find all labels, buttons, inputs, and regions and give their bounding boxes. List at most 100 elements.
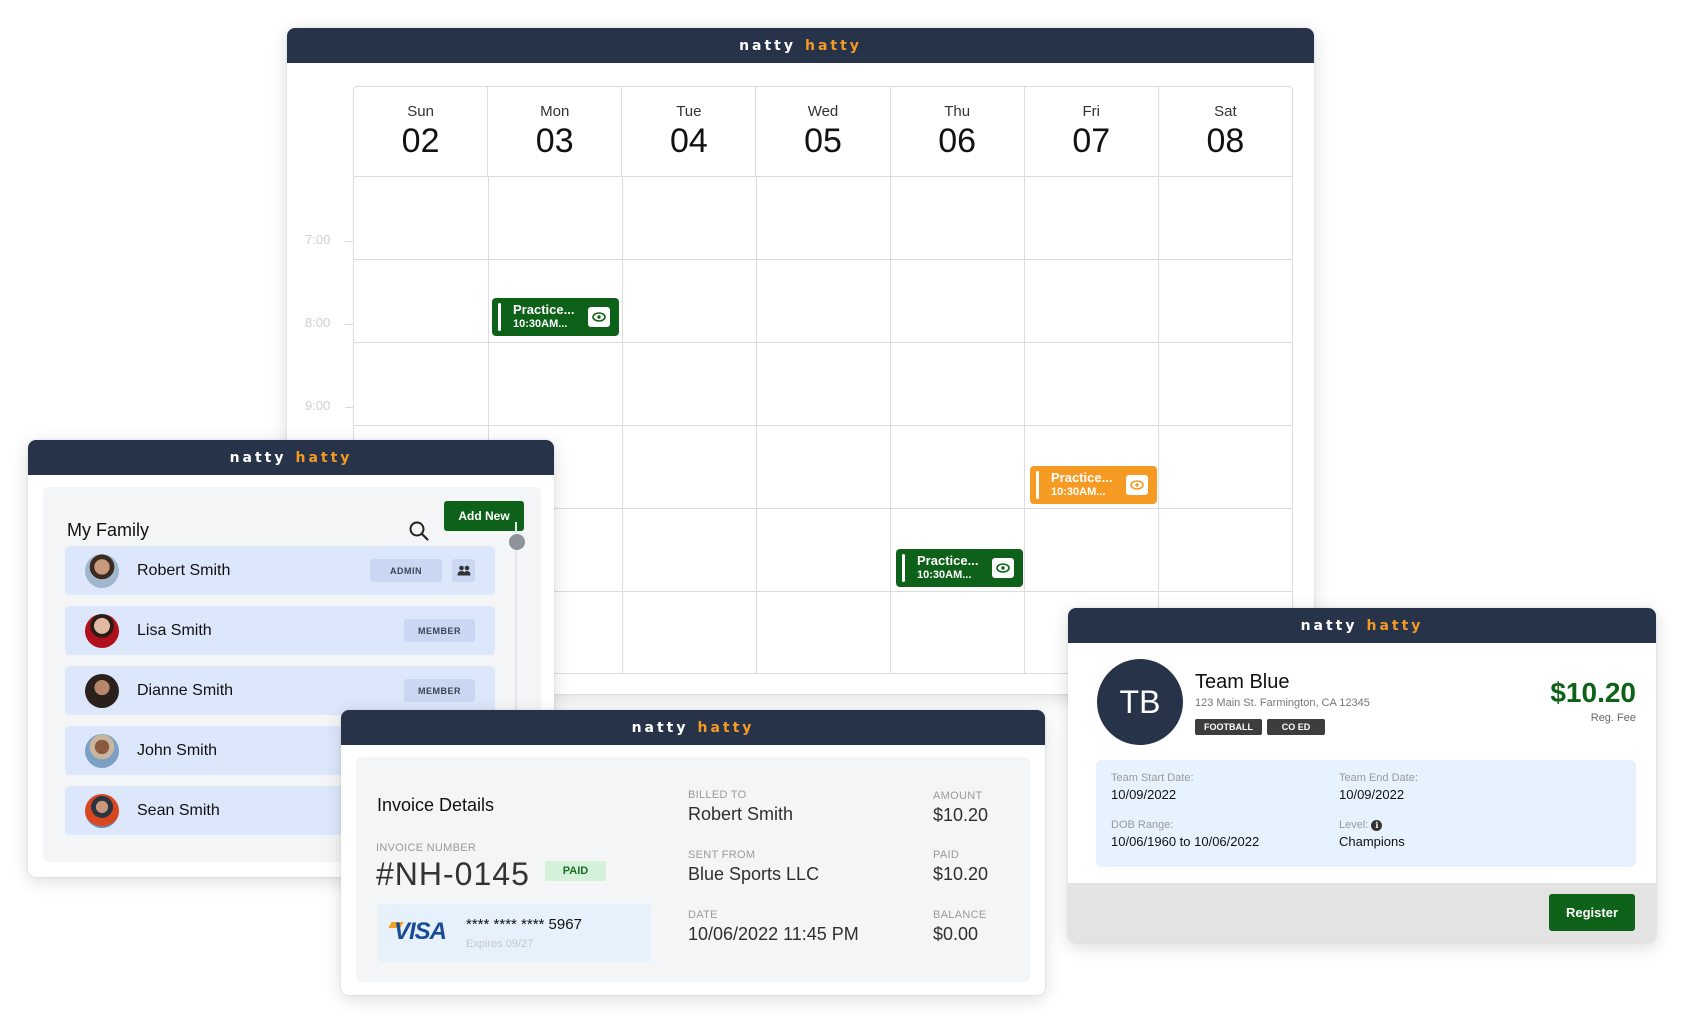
day-header-thu[interactable]: Thu 06 xyxy=(891,87,1025,176)
day-of-week: Fri xyxy=(1082,103,1101,120)
billed-to-value: Robert Smith xyxy=(688,804,794,824)
event-accent-bar xyxy=(498,303,501,331)
level-label-wrap: Level: i xyxy=(1339,819,1383,831)
paid-value: $10.20 xyxy=(933,864,989,884)
day-of-week: Mon xyxy=(540,103,570,120)
day-header-tue[interactable]: Tue 04 xyxy=(622,87,757,176)
brand-logo-part1: natty xyxy=(229,449,287,466)
brand-logo-part1: natty xyxy=(1300,617,1358,634)
day-number: 06 xyxy=(938,122,977,160)
day-header-sat[interactable]: Sat 08 xyxy=(1159,87,1292,176)
invoice-title: Invoice Details xyxy=(377,795,495,815)
brand-logo-part1: natty xyxy=(739,37,796,54)
amount-value: $10.20 xyxy=(933,805,989,825)
end-date-value: 10/09/2022 xyxy=(1339,787,1405,802)
event-time: 10:30AM... xyxy=(1051,486,1106,498)
registration-price: $10.20 xyxy=(1550,677,1636,708)
balance-label: BALANCE xyxy=(933,909,987,921)
team-name: Team Blue xyxy=(1195,671,1290,693)
calendar-event[interactable]: Practice... 10:30AM... xyxy=(492,298,619,336)
avatar xyxy=(85,673,119,708)
end-date-label: Team End Date: xyxy=(1339,772,1418,784)
day-number: 07 xyxy=(1072,122,1111,160)
invoice-number: #NH-0145 xyxy=(376,856,530,892)
app-header: natty hatty xyxy=(287,28,1314,63)
dob-range-label: DOB Range: xyxy=(1111,819,1174,831)
search-icon[interactable] xyxy=(408,520,430,542)
brand-logo-part2: hatty xyxy=(1366,617,1424,634)
sent-from-label: SENT FROM xyxy=(688,849,756,861)
register-button[interactable]: Register xyxy=(1549,894,1635,931)
date-value: 10/06/2022 11:45 PM xyxy=(688,924,859,944)
level-value: Champions xyxy=(1339,834,1405,849)
family-member-row[interactable]: Dianne Smith MEMBER xyxy=(65,666,495,715)
billed-to-label: BILLED TO xyxy=(688,789,747,801)
registration-price-label: Reg. Fee xyxy=(1590,712,1636,724)
event-time: 10:30AM... xyxy=(513,318,568,330)
amount-label: AMOUNT xyxy=(933,790,983,802)
week-header: Sun 02 Mon 03 Tue 04 Wed 05 Thu 06 Fri 07 Sat 0… xyxy=(354,87,1292,177)
app-header: natty hatty xyxy=(341,710,1045,745)
event-title: Practice... xyxy=(1051,470,1113,485)
family-member-row[interactable]: Robert Smith ADMIN xyxy=(65,546,495,595)
hour-line xyxy=(354,259,1292,260)
payment-card: VISA **** **** **** 5967 Expires 09/27 xyxy=(378,904,651,962)
brand-logo-part2: hatty xyxy=(805,37,862,54)
member-name: Lisa Smith xyxy=(137,621,212,639)
member-name: Dianne Smith xyxy=(137,681,234,699)
sent-from-value: Blue Sports LLC xyxy=(688,864,820,884)
eye-icon[interactable] xyxy=(1126,475,1148,495)
eye-icon[interactable] xyxy=(588,307,610,327)
role-badge: MEMBER xyxy=(404,679,475,702)
team-tags: FOOTBALL CO ED xyxy=(1195,719,1325,735)
day-of-week: Tue xyxy=(676,103,702,120)
event-title: Practice... xyxy=(917,553,979,568)
eye-icon[interactable] xyxy=(992,558,1014,578)
invoice-panel: Invoice Details INVOICE NUMBER #NH-0145 … xyxy=(356,757,1030,982)
visa-logo: VISA xyxy=(394,918,447,945)
time-label: 8:00 xyxy=(305,315,331,330)
invoice-number-label: INVOICE NUMBER xyxy=(376,842,477,854)
day-number: 08 xyxy=(1206,122,1245,160)
time-label: 9:00 xyxy=(305,398,331,413)
brand-logo-part1: natty xyxy=(631,719,689,736)
family-title: My Family xyxy=(67,520,149,540)
member-name: Robert Smith xyxy=(137,561,231,579)
team-avatar: TB xyxy=(1097,659,1183,745)
day-header-fri[interactable]: Fri 07 xyxy=(1025,87,1159,176)
app-header: natty hatty xyxy=(28,440,554,475)
group-icon[interactable] xyxy=(452,559,475,582)
team-info-box: Team Start Date: 10/09/2022 Team End Dat… xyxy=(1096,760,1636,867)
start-date-value: 10/09/2022 xyxy=(1111,787,1177,802)
day-of-week: Wed xyxy=(807,103,839,120)
avatar xyxy=(85,613,119,648)
time-label: 7:00 xyxy=(305,232,331,247)
day-of-week: Sun xyxy=(407,103,434,120)
level-label: Level: xyxy=(1339,819,1369,831)
day-of-week: Thu xyxy=(944,103,971,120)
calendar-event[interactable]: Practice... 10:30AM... xyxy=(896,549,1023,587)
family-member-row[interactable]: Lisa Smith MEMBER xyxy=(65,606,495,655)
hour-line xyxy=(354,425,1292,426)
dob-range-value: 10/06/1960 to 10/06/2022 xyxy=(1111,834,1260,849)
event-time: 10:30AM... xyxy=(917,569,972,581)
info-icon[interactable]: i xyxy=(1371,819,1383,831)
date-label: DATE xyxy=(688,909,718,921)
day-header-sun[interactable]: Sun 02 xyxy=(354,87,489,176)
day-header-wed[interactable]: Wed 05 xyxy=(756,87,891,176)
tag-badge: FOOTBALL xyxy=(1195,719,1262,735)
avatar xyxy=(85,793,119,828)
card-number: **** **** **** 5967 xyxy=(466,916,582,933)
brand-logo-part2: hatty xyxy=(295,449,353,466)
event-accent-bar xyxy=(902,554,905,582)
start-date-label: Team Start Date: xyxy=(1111,772,1194,784)
calendar-event[interactable]: Practice... 10:30AM... xyxy=(1030,466,1157,504)
team-window: natty hatty TB Team Blue 123 Main St. Far… xyxy=(1068,608,1656,943)
add-new-button[interactable]: Add New xyxy=(444,501,524,531)
day-header-mon[interactable]: Mon 03 xyxy=(488,87,623,176)
event-accent-bar xyxy=(1036,471,1039,499)
card-expiry: Expires 09/27 xyxy=(466,938,534,950)
hour-line xyxy=(354,342,1292,343)
event-title: Practice... xyxy=(513,302,575,317)
scrollbar-thumb[interactable] xyxy=(509,534,525,550)
